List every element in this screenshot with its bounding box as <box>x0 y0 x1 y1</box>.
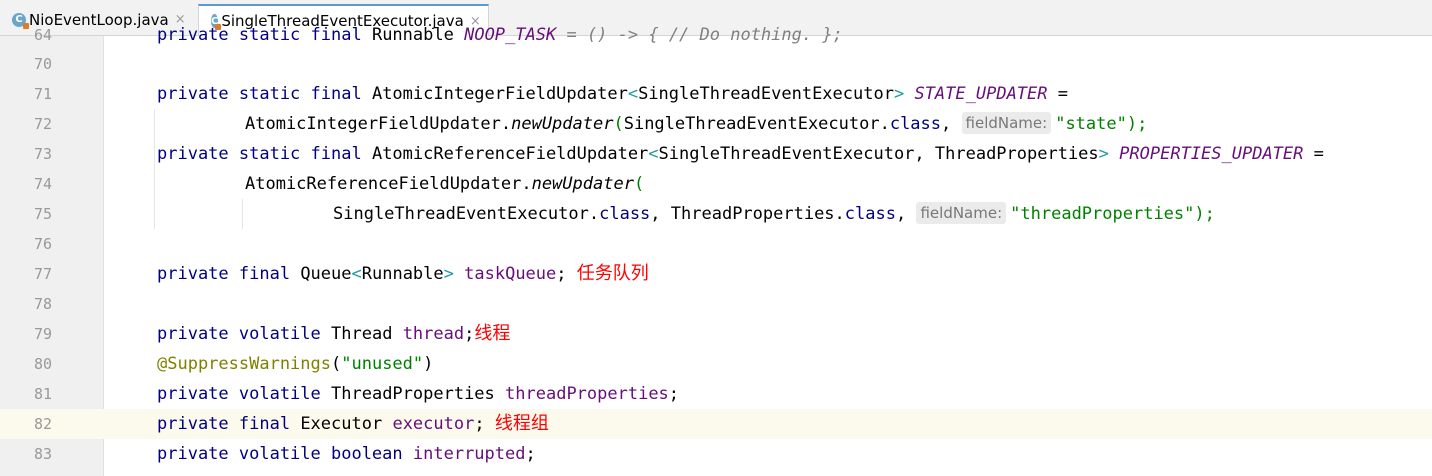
line-number: 71 <box>33 85 52 103</box>
line-number: 74 <box>33 175 52 193</box>
code-line-76: 76 <box>0 229 1432 259</box>
line-number: 79 <box>33 325 52 343</box>
line-number: 76 <box>33 235 52 253</box>
indent-guide <box>154 109 155 169</box>
code-text[interactable]: private static final AtomicIntegerFieldU… <box>157 79 1068 109</box>
code-text[interactable]: AtomicIntegerFieldUpdater.newUpdater(Sin… <box>245 109 1147 139</box>
code-text[interactable]: private volatile Thread thread;线程 <box>157 319 510 349</box>
code-line-78: 78 <box>0 289 1432 319</box>
parameter-hint: fieldName: <box>916 202 1007 224</box>
code-line-73: 73 private static final AtomicReferenceF… <box>0 139 1432 169</box>
code-text[interactable]: private volatile boolean interrupted; <box>157 439 536 469</box>
line-number: 64 <box>33 26 52 44</box>
code-text[interactable]: private volatile ThreadProperties thread… <box>157 379 679 409</box>
line-number: 73 <box>33 145 52 163</box>
line-number: 70 <box>33 55 52 73</box>
line-number: 75 <box>33 205 52 223</box>
indent-guide <box>242 199 243 229</box>
code-text[interactable]: @SuppressWarnings("unused") <box>157 349 433 379</box>
code-text[interactable]: private final Queue<Runnable> taskQueue;… <box>157 259 649 289</box>
parameter-hint: fieldName: <box>961 112 1052 134</box>
code-line-72: 72 AtomicIntegerFieldUpdater.newUpdater(… <box>0 109 1432 139</box>
annotation-note: 线程 <box>474 323 511 344</box>
code-line-80: 80 @SuppressWarnings("unused") <box>0 349 1432 379</box>
line-number: 82 <box>33 415 52 433</box>
line-number: 78 <box>33 295 52 313</box>
line-number: 83 <box>33 445 52 463</box>
code-text[interactable]: private static final AtomicReferenceFiel… <box>157 139 1324 169</box>
code-text[interactable]: private final Executor executor; 线程组 <box>157 409 549 439</box>
line-number: 81 <box>33 385 52 403</box>
code-line-81: 81 private volatile ThreadProperties thr… <box>0 379 1432 409</box>
annotation-note: 线程组 <box>494 413 549 434</box>
code-line-82-current: 82 private final Executor executor; 线程组 <box>0 409 1432 439</box>
line-number: 72 <box>33 115 52 133</box>
code-line-70: 70 <box>0 49 1432 79</box>
code-text[interactable]: private static final Runnable NOOP_TASK … <box>157 20 843 50</box>
line-number: 77 <box>33 265 52 283</box>
indent-guide <box>154 169 155 229</box>
code-line-83: 83 private volatile boolean interrupted; <box>0 439 1432 469</box>
code-text[interactable]: SingleThreadEventExecutor.class, ThreadP… <box>333 199 1215 229</box>
code-text[interactable]: AtomicReferenceFieldUpdater.newUpdater( <box>245 169 644 199</box>
code-line-71: 71 private static final AtomicIntegerFie… <box>0 79 1432 109</box>
code-line-64: 64 private static final Runnable NOOP_TA… <box>0 20 1432 50</box>
code-line-77: 77 private final Queue<Runnable> taskQue… <box>0 259 1432 289</box>
code-line-75: 75 SingleThreadEventExecutor.class, Thre… <box>0 199 1432 229</box>
line-number: 80 <box>33 355 52 373</box>
annotation-note: 任务队列 <box>576 263 649 284</box>
code-line-79: 79 private volatile Thread thread;线程 <box>0 319 1432 349</box>
code-line-74: 74 AtomicReferenceFieldUpdater.newUpdate… <box>0 169 1432 199</box>
